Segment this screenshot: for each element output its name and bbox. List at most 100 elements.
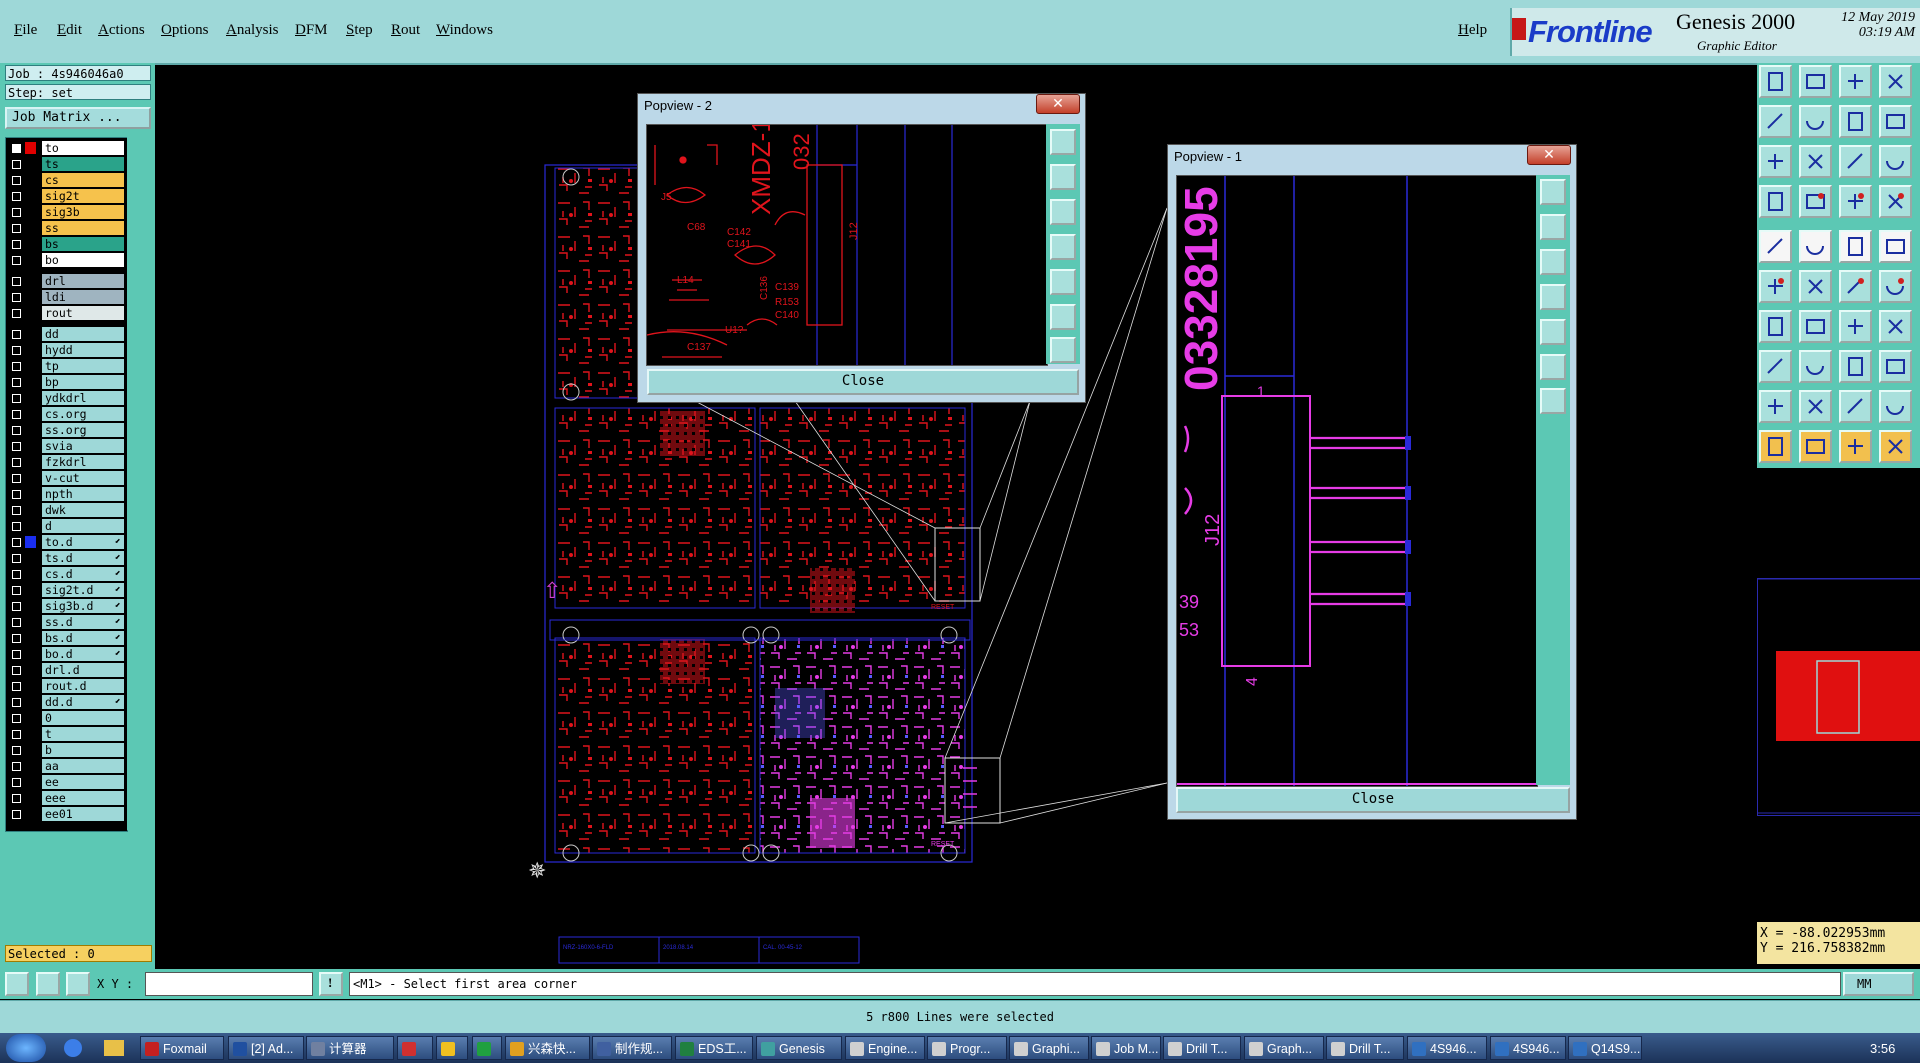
taskbar-item[interactable]: Graph... [1244, 1036, 1324, 1060]
rotate-icon[interactable] [1839, 105, 1872, 138]
taskbar-item[interactable] [397, 1036, 433, 1060]
layer-checkbox[interactable] [12, 224, 21, 233]
layer-checkbox[interactable] [12, 160, 21, 169]
layer-row[interactable]: ts [8, 157, 125, 171]
layer-checkbox[interactable] [12, 554, 21, 563]
zoom-right-icon[interactable] [1799, 105, 1832, 138]
layer-checkbox[interactable] [12, 256, 21, 265]
layer-name[interactable]: b [42, 743, 124, 757]
layer-row[interactable]: rout [8, 306, 125, 320]
text-a-icon[interactable] [1839, 390, 1872, 423]
layer-name[interactable]: dd [42, 327, 124, 341]
layer-row[interactable]: sig2t.d ⬋ [8, 583, 125, 597]
layer-row[interactable]: hydd [8, 343, 125, 357]
layer-checkbox[interactable] [12, 778, 21, 787]
menu-file[interactable]: File [14, 22, 37, 39]
layer-name[interactable]: ts.d ⬋ [42, 551, 124, 565]
select-alt-icon[interactable] [1799, 430, 1832, 463]
layer-name[interactable]: v-cut [42, 471, 124, 485]
zoom-fit-icon[interactable] [1540, 179, 1566, 205]
layer-name[interactable]: to.d ⬋ [42, 535, 124, 549]
select-icon[interactable] [1759, 430, 1792, 463]
close-icon[interactable]: ✕ [1527, 145, 1571, 165]
layer-checkbox[interactable] [12, 410, 21, 419]
layer-checkbox[interactable] [12, 240, 21, 249]
layer-row[interactable]: 0 [8, 711, 125, 725]
layer-name[interactable]: drl [42, 274, 124, 288]
job-matrix-button[interactable]: Job Matrix ... [5, 107, 151, 129]
menu-step[interactable]: Step [346, 22, 373, 39]
drill-selected-icon[interactable] [1879, 185, 1912, 218]
layer-checkbox[interactable] [12, 192, 21, 201]
layer-checkbox[interactable] [12, 586, 21, 595]
diagonal-line-icon[interactable] [1799, 310, 1832, 343]
layer-checkbox[interactable] [12, 176, 21, 185]
layer-name[interactable]: bs [42, 237, 124, 251]
start-button[interactable] [6, 1034, 46, 1062]
layer-row[interactable]: cs.d ⬋ [8, 567, 125, 581]
layer-row[interactable]: drl [8, 274, 125, 288]
layer-name[interactable]: bp [42, 375, 124, 389]
layer-name[interactable]: eee [42, 791, 124, 805]
zoom-left-icon[interactable] [1759, 105, 1792, 138]
layer-row[interactable]: svia [8, 439, 125, 453]
layer-row[interactable]: drl.d [8, 663, 125, 677]
layer-name[interactable]: rout [42, 306, 124, 320]
layer-checkbox[interactable] [12, 634, 21, 643]
move-icon[interactable] [1759, 350, 1792, 383]
layer-checkbox[interactable] [12, 522, 21, 531]
layer-name[interactable]: dd.d ⬋ [42, 695, 124, 709]
help-icon[interactable] [1879, 145, 1912, 178]
layer-list-scrollbar[interactable] [127, 137, 153, 830]
pan-left-icon[interactable] [1540, 284, 1566, 310]
layer-row[interactable]: ydkdrl [8, 391, 125, 405]
layer-checkbox[interactable] [12, 474, 21, 483]
text-add-icon[interactable] [1839, 230, 1872, 263]
layer-row[interactable]: eee [8, 791, 125, 805]
taskbar-item[interactable]: EDS工... [675, 1036, 753, 1060]
layer-row[interactable]: rout.d [8, 679, 125, 693]
arc-icon[interactable] [1839, 310, 1872, 343]
pan-down-icon[interactable] [1050, 199, 1076, 225]
layer-checkbox[interactable] [12, 538, 21, 547]
layer-row[interactable]: t [8, 727, 125, 741]
layer-name[interactable]: dwk [42, 503, 124, 517]
popview-1-close-button[interactable]: Close [1176, 787, 1570, 813]
menu-rout[interactable]: Rout [391, 22, 420, 39]
taskbar-item[interactable]: Job M... [1091, 1036, 1161, 1060]
layer-name[interactable]: ss.d ⬋ [42, 615, 124, 629]
units-select[interactable]: MM [1843, 972, 1914, 996]
layer-row[interactable]: dwk [8, 503, 125, 517]
polygon-icon[interactable] [1759, 390, 1792, 423]
text-a-alt-icon[interactable] [1879, 390, 1912, 423]
layer-row[interactable]: ss [8, 221, 125, 235]
pan-up-icon[interactable] [1050, 164, 1076, 190]
layer-row[interactable]: d [8, 519, 125, 533]
layer-color-swatch[interactable] [25, 142, 36, 154]
zoom-fit-icon[interactable] [1050, 129, 1076, 155]
layer-down-icon[interactable] [1799, 65, 1832, 98]
scale-1to2-icon[interactable] [1839, 145, 1872, 178]
layer-checkbox[interactable] [12, 362, 21, 371]
polygon-edit-icon[interactable] [1799, 390, 1832, 423]
layer-name[interactable]: t [42, 727, 124, 741]
shape-icon[interactable] [1879, 350, 1912, 383]
route-alt-icon[interactable] [1879, 270, 1912, 303]
taskbar-item[interactable]: 兴森快... [505, 1036, 590, 1060]
layer-name[interactable]: npth [42, 487, 124, 501]
grid-icon[interactable] [66, 972, 90, 996]
layer-name[interactable]: sig3b [42, 205, 124, 219]
layer-checkbox[interactable] [12, 682, 21, 691]
layer-name[interactable]: drl.d [42, 663, 124, 677]
layer-name[interactable]: d [42, 519, 124, 533]
layer-name[interactable]: bs.d ⬋ [42, 631, 124, 645]
layer-row[interactable]: ldi [8, 290, 125, 304]
layer-name[interactable]: ee01 [42, 807, 124, 821]
layer-name[interactable]: ldi [42, 290, 124, 304]
layer-name[interactable]: sig3b.d ⬋ [42, 599, 124, 613]
layer-checkbox[interactable] [12, 762, 21, 771]
layer-name[interactable]: ee [42, 775, 124, 789]
popview-2-close-button[interactable]: Close [647, 369, 1079, 395]
layer-name[interactable]: cs.org [42, 407, 124, 421]
layer-name[interactable]: 0 [42, 711, 124, 725]
